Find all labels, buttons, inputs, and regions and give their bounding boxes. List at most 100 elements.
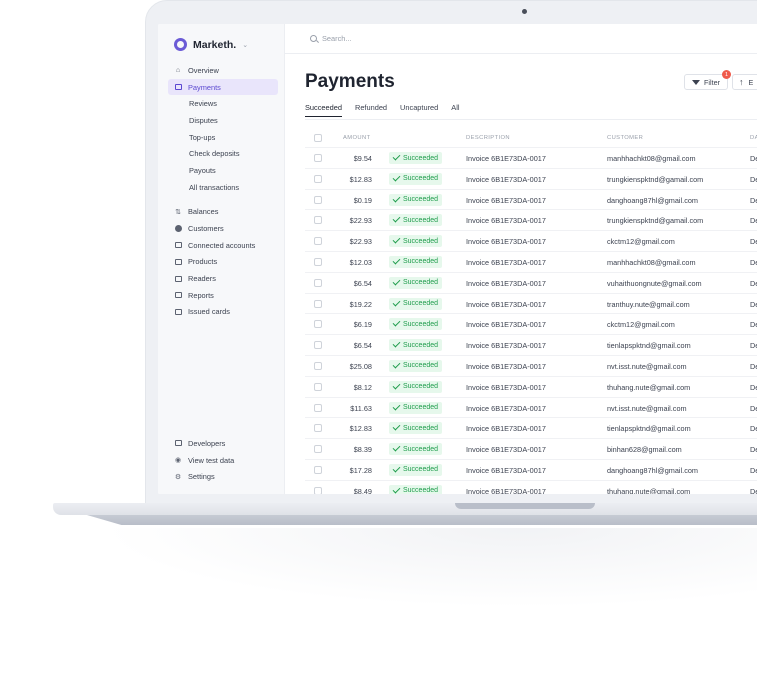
status-badge: Succeeded: [389, 380, 443, 393]
laptop-shadow: [100, 528, 757, 608]
row-checkbox[interactable]: [314, 174, 322, 183]
select-all-checkbox[interactable]: [314, 134, 322, 142]
sidebar-item-label: Developers: [188, 438, 226, 448]
table-row[interactable]: $25.08 Succeeded Invoice 6B1E73DA-0017 nvt.…: [305, 356, 757, 377]
row-checkbox[interactable]: [314, 154, 322, 162]
filter-button[interactable]: Filter 1: [684, 70, 731, 90]
row-checkbox[interactable]: [314, 486, 322, 494]
eye-icon: ◉: [174, 457, 182, 465]
sidebar-item-settings[interactable]: ⚙ Settings: [168, 468, 278, 485]
date-cell: De: [750, 195, 757, 205]
chevron-down-icon: ⌄: [242, 41, 249, 49]
export-button[interactable]: ↑ E: [732, 74, 757, 90]
table-row[interactable]: $12.83 Succeeded Invoice 6B1E73DA-0017 trun…: [305, 169, 757, 190]
sidebar-item-issued-cards[interactable]: Issued cards: [168, 304, 278, 321]
brand[interactable]: Marketh. ⌄: [174, 38, 248, 51]
sidebar-item-developers[interactable]: Developers: [168, 435, 278, 452]
row-checkbox[interactable]: [314, 195, 322, 204]
amount-cell: $25.08: [349, 361, 372, 371]
tab-uncaptured[interactable]: Uncaptured: [400, 103, 438, 117]
row-checkbox[interactable]: [314, 465, 322, 474]
date-cell: De: [750, 361, 757, 371]
table-row[interactable]: $8.39 Succeeded Invoice 6B1E73DA-0017 binha…: [305, 439, 757, 460]
customer-cell: trungkienspktnd@gamail.com: [607, 216, 704, 226]
table-row[interactable]: $8.12 Succeeded Invoice 6B1E73DA-0017 thuha…: [305, 377, 757, 398]
sidebar-item-label: Reviews: [189, 99, 217, 109]
tab-succeeded[interactable]: Succeeded: [305, 103, 342, 117]
status-badge: Succeeded: [389, 359, 443, 372]
table-row[interactable]: $17.28 Succeeded Invoice 6B1E73DA-0017 dang…: [305, 460, 757, 481]
laptop-notch: [455, 503, 595, 509]
table-row[interactable]: $22.93 Succeeded Invoice 6B1E73DA-0017 ckct…: [305, 231, 757, 252]
description-cell: Invoice 6B1E73DA-0017: [466, 278, 546, 288]
table-row[interactable]: $12.83 Succeeded Invoice 6B1E73DA-0017 tien…: [305, 418, 757, 440]
amount-cell: $17.28: [349, 465, 372, 475]
row-checkbox[interactable]: [314, 424, 322, 433]
table-row[interactable]: $6.54 Succeeded Invoice 6B1E73DA-0017 vuhai…: [305, 273, 757, 294]
amount-cell: $6.54: [353, 341, 372, 351]
main-content: Payments Filter 1 ↑ E Succeeded Refunded…: [285, 24, 757, 494]
brand-logo-icon: [174, 38, 187, 51]
customer-cell: trungkienspktnd@gamail.com: [607, 174, 704, 184]
table-row[interactable]: $12.03 Succeeded Invoice 6B1E73DA-0017 manh…: [305, 252, 757, 273]
row-checkbox[interactable]: [314, 445, 322, 454]
row-checkbox[interactable]: [314, 216, 322, 225]
page-title: Payments: [305, 71, 395, 92]
column-header-customer[interactable]: CUSTOMER: [607, 135, 643, 141]
sidebar-item-payouts[interactable]: Payouts: [168, 162, 278, 179]
payment-tabs: Succeeded Refunded Uncaptured All: [305, 103, 459, 117]
column-header-date[interactable]: DA: [750, 135, 757, 141]
table-row[interactable]: $6.54 Succeeded Invoice 6B1E73DA-0017 tienl…: [305, 335, 757, 356]
search-input[interactable]: [322, 34, 522, 43]
row-checkbox[interactable]: [314, 403, 322, 412]
status-badge: Succeeded: [389, 443, 443, 456]
row-checkbox[interactable]: [314, 299, 322, 308]
sidebar-item-reports[interactable]: Reports: [168, 287, 278, 304]
search-bar: [285, 24, 757, 54]
sidebar-item-label: Reports: [188, 290, 214, 300]
sidebar-item-top-ups[interactable]: Top-ups: [168, 129, 278, 146]
row-checkbox[interactable]: [314, 278, 322, 287]
sidebar-item-all-transactions[interactable]: All transactions: [168, 179, 278, 196]
table-row[interactable]: $11.63 Succeeded Invoice 6B1E73DA-0017 nvt.…: [305, 398, 757, 419]
status-label: Succeeded: [403, 362, 439, 370]
description-cell: Invoice 6B1E73DA-0017: [466, 237, 546, 247]
row-checkbox[interactable]: [314, 382, 322, 391]
row-checkbox[interactable]: [314, 320, 322, 329]
sidebar-item-products[interactable]: Products: [168, 254, 278, 271]
sidebar-item-balances[interactable]: ⇅ Balances: [168, 204, 278, 221]
sidebar-item-readers[interactable]: Readers: [168, 270, 278, 287]
sidebar-item-overview[interactable]: ⌂ Overview: [168, 62, 278, 79]
sidebar-item-payments[interactable]: Payments: [168, 78, 278, 96]
check-icon: [392, 235, 401, 244]
table-row[interactable]: $22.93 Succeeded Invoice 6B1E73DA-0017 trun…: [305, 210, 757, 232]
sidebar-item-reviews[interactable]: Reviews: [168, 95, 278, 112]
status-badge: Succeeded: [389, 297, 443, 310]
filter-count-badge: 1: [722, 70, 731, 79]
customer-cell: tranthuy.nute@gmail.com: [607, 299, 690, 309]
amount-cell: $6.19: [353, 320, 372, 330]
row-checkbox[interactable]: [314, 237, 322, 246]
column-header-amount[interactable]: AMOUNT: [343, 135, 380, 141]
sidebar-item-disputes[interactable]: Disputes: [168, 112, 278, 129]
column-header-description[interactable]: DESCRIPTION: [466, 135, 510, 141]
customer-cell: danghoang87hl@gmail.com: [607, 195, 698, 205]
table-row[interactable]: $9.54 Succeeded Invoice 6B1E73DA-0017 manhh…: [305, 148, 757, 169]
sidebar-item-customers[interactable]: Customers: [168, 220, 278, 237]
tab-refunded[interactable]: Refunded: [355, 103, 387, 117]
table-row[interactable]: $8.49 Succeeded Invoice 6B1E73DA-0017 thuha…: [305, 481, 757, 494]
table-row[interactable]: $0.19 Succeeded Invoice 6B1E73DA-0017 dangh…: [305, 190, 757, 211]
row-checkbox[interactable]: [314, 257, 322, 266]
sidebar-item-check-deposits[interactable]: Check deposits: [168, 145, 278, 162]
amount-cell: $8.12: [353, 382, 372, 392]
sidebar-item-connected-accounts[interactable]: Connected accounts: [168, 237, 278, 254]
amount-cell: $19.22: [349, 299, 372, 309]
row-checkbox[interactable]: [314, 361, 322, 370]
sidebar-item-view-test-data[interactable]: ◉ View test data: [168, 452, 278, 469]
description-cell: Invoice 6B1E73DA-0017: [466, 382, 546, 392]
table-body: $9.54 Succeeded Invoice 6B1E73DA-0017 manhh…: [305, 148, 757, 494]
tab-all[interactable]: All: [451, 103, 459, 117]
table-row[interactable]: $6.19 Succeeded Invoice 6B1E73DA-0017 ckctm…: [305, 314, 757, 336]
table-row[interactable]: $19.22 Succeeded Invoice 6B1E73DA-0017 tran…: [305, 294, 757, 315]
row-checkbox[interactable]: [314, 341, 322, 350]
